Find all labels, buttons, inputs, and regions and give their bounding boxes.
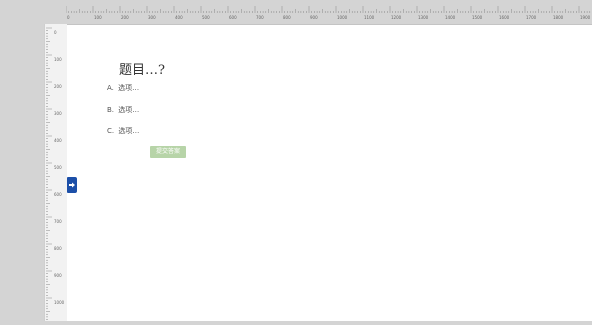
question-title: 题目…?	[119, 63, 165, 78]
left-ruler-label: 400	[54, 138, 62, 143]
vertical-ruler: 0 100 200 300 400 500 600 700 800 900 1000	[0, 24, 67, 325]
option-a-label: A.	[107, 84, 114, 92]
top-ruler-label: 1800	[553, 15, 564, 20]
top-ruler-label: 1100	[364, 15, 375, 20]
editor-frame: 0 100 200 300 400 500 600 700 800 900 1000 1100 1200…	[0, 0, 592, 325]
option-a-text: 选项…	[118, 84, 140, 92]
top-ruler-label: 400	[175, 15, 183, 20]
option-c-text: 选项…	[118, 127, 140, 135]
expand-panel-handle[interactable]	[67, 177, 77, 193]
arrow-right-icon	[69, 182, 75, 188]
top-ruler-label: 1400	[445, 15, 456, 20]
top-ruler-label: 900	[310, 15, 318, 20]
top-ruler-label: 0	[67, 15, 70, 20]
vertical-ruler-strip: 0 100 200 300 400 500 600 700 800 900 1000	[44, 24, 67, 325]
option-c-label: C.	[107, 127, 115, 135]
top-ruler-label: 500	[202, 15, 210, 20]
left-ruler-label: 600	[54, 192, 62, 197]
top-ruler-label: 100	[94, 15, 102, 20]
vertical-ruler-ticks: 0 100 200 300 400 500 600 700 800 900 1000	[46, 27, 65, 325]
top-ruler-label: 1300	[418, 15, 429, 20]
top-ruler-label: 200	[121, 15, 129, 20]
left-ruler-label: 700	[54, 219, 62, 224]
option-b[interactable]: B. 选项…	[107, 105, 139, 115]
top-ruler-label: 1700	[526, 15, 537, 20]
top-ruler-label: 1500	[472, 15, 483, 20]
option-c[interactable]: C. 选项…	[107, 126, 139, 136]
top-ruler-label: 1600	[499, 15, 510, 20]
top-ruler-label: 1900	[580, 15, 591, 20]
left-ruler-label: 300	[54, 111, 62, 116]
left-ruler-label: 0	[54, 30, 57, 35]
horizontal-ruler-ticks: 0 100 200 300 400 500 600 700 800 900 1000 1100 1200…	[66, 6, 591, 20]
left-ruler-label: 800	[54, 246, 62, 251]
editor-canvas[interactable]: 题目…? A. 选项… B. 选项… C. 选项… 提交答案	[67, 25, 592, 325]
top-ruler-label: 600	[229, 15, 237, 20]
top-ruler-label: 1000	[337, 15, 348, 20]
submit-answer-button[interactable]: 提交答案	[150, 146, 186, 158]
bottom-border	[0, 321, 592, 325]
left-ruler-label: 200	[54, 84, 62, 89]
option-b-label: B.	[107, 106, 115, 114]
horizontal-ruler: 0 100 200 300 400 500 600 700 800 900 1000 1100 1200…	[66, 0, 592, 25]
left-ruler-label: 900	[54, 273, 62, 278]
left-ruler-label: 100	[54, 57, 62, 62]
top-ruler-label: 1200	[391, 15, 402, 20]
option-b-text: 选项…	[118, 106, 140, 114]
left-ruler-label: 500	[54, 165, 62, 170]
top-ruler-label: 800	[283, 15, 291, 20]
option-a[interactable]: A. 选项…	[107, 83, 139, 93]
top-ruler-label: 700	[256, 15, 264, 20]
top-ruler-label: 300	[148, 15, 156, 20]
left-ruler-label: 1000	[54, 300, 65, 305]
